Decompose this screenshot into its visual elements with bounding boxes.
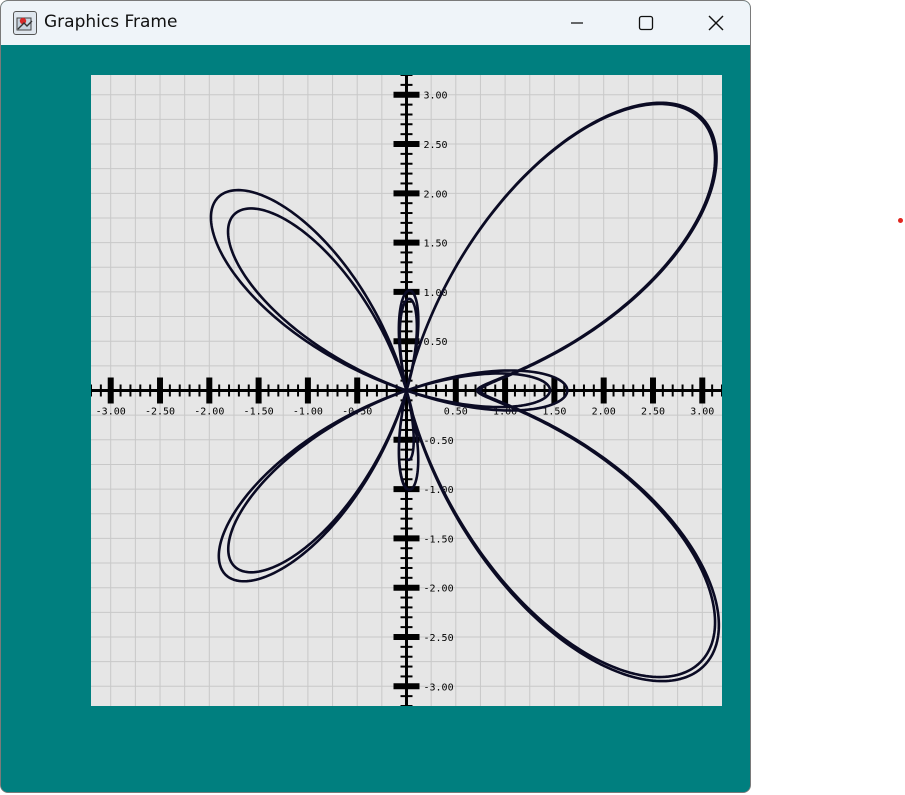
content-pane: -3.00 -2.50 -2.00 -1.50 -1.00 -0.50 0.50 1.00 1.… [1,45,750,792]
x-tick-label: 2.00 [592,407,616,418]
maximize-button[interactable] [611,1,681,45]
window-title: Graphics Frame [44,12,178,32]
y-tick-label: 2.00 [424,189,448,200]
minimize-icon [571,22,583,24]
y-tick-label: -2.50 [424,633,454,644]
close-button[interactable] [681,1,750,45]
x-tick-label: 2.50 [641,407,665,418]
y-tick-label: -3.00 [424,682,454,693]
x-tick-label: -1.50 [244,407,274,418]
y-tick-label: -0.50 [424,436,454,447]
y-tick-label: -2.00 [424,584,454,595]
minimize-button[interactable] [542,1,612,45]
x-tick-label: -2.50 [145,407,175,418]
close-icon [708,15,724,31]
x-tick-label: -3.00 [96,407,126,418]
marker-dot [898,218,903,223]
x-tick-label: 1.50 [542,407,566,418]
maximize-icon [638,15,654,31]
x-tick-label: -1.00 [293,407,323,418]
graphics-frame-window: Graphics Frame -3.00 -2.50 -2.00 -1.50 -1.00… [0,0,751,793]
x-tick-label: 0.50 [444,407,468,418]
y-tick-label: -1.00 [424,485,454,496]
x-tick-label: -2.00 [194,407,224,418]
y-tick-label: -1.50 [424,534,454,545]
title-bar[interactable]: Graphics Frame [1,1,750,45]
y-tick-label: 2.50 [424,140,448,151]
y-tick-label: 1.50 [424,239,448,250]
y-tick-label: 3.00 [424,91,448,102]
y-tick-label: 0.50 [424,337,448,348]
x-tick-label: 3.00 [690,407,714,418]
java-app-icon [13,11,37,35]
plot-canvas: -3.00 -2.50 -2.00 -1.50 -1.00 -0.50 0.50 1.00 1.… [91,75,722,706]
